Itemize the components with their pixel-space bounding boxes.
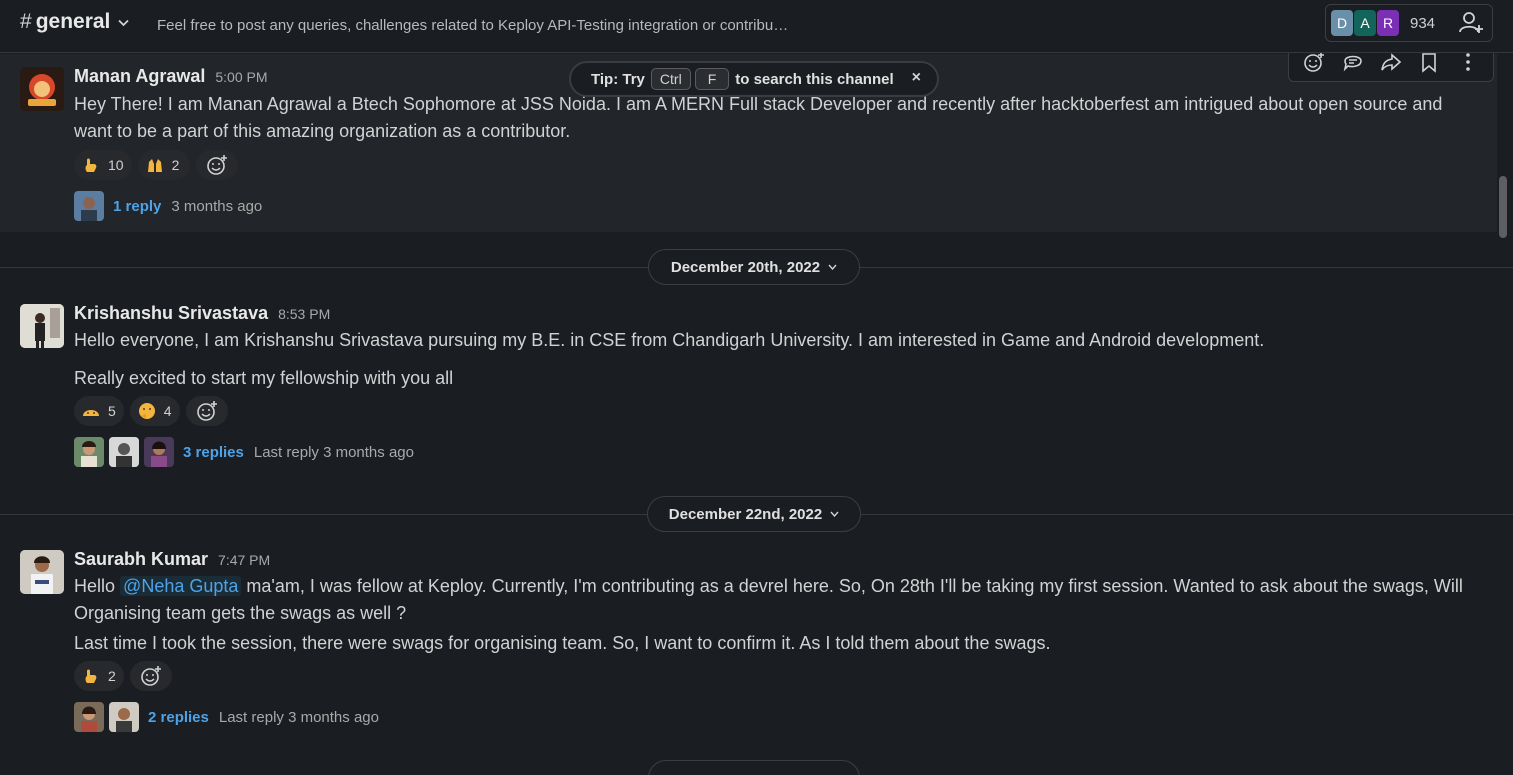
- date-divider[interactable]: December 22nd, 2022: [647, 496, 861, 532]
- bookmark-icon[interactable]: [1418, 51, 1440, 73]
- add-emoji-icon: [206, 155, 227, 175]
- channel-name: general: [35, 10, 111, 33]
- thinking-face-icon: [138, 403, 155, 419]
- date-label: December 20th, 2022: [670, 258, 821, 276]
- author-name[interactable]: Manan Agrawal: [74, 66, 205, 87]
- timestamp[interactable]: 5:00 PM: [215, 69, 267, 85]
- message-header: Krishanshu Srivastava 8:53 PM: [74, 303, 330, 324]
- avatar[interactable]: [20, 304, 64, 348]
- add-reaction-icon[interactable]: [1303, 51, 1325, 73]
- message-text: Hello @Neha Gupta ma'am, I was fellow at…: [74, 573, 1484, 627]
- reply-avatar: [144, 437, 174, 467]
- add-reaction-button[interactable]: [195, 150, 238, 180]
- hash-icon: #: [20, 10, 32, 33]
- date-divider[interactable]: December 20th, 2022: [648, 249, 860, 285]
- ctrl-key: Ctrl: [650, 68, 691, 90]
- chevron-down-icon: [830, 509, 839, 520]
- f-key: F: [694, 68, 730, 90]
- hand-point-icon: [85, 669, 97, 683]
- thread-summary[interactable]: 3 replies Last reply 3 months ago: [74, 437, 414, 467]
- reply-in-thread-icon[interactable]: [1342, 51, 1364, 73]
- add-emoji-icon: [141, 666, 161, 686]
- reply-avatar: [74, 702, 104, 732]
- reaction-count: 5: [108, 403, 116, 419]
- reactions-bar: 5 4: [74, 396, 228, 426]
- reaction-pill[interactable]: 4: [129, 396, 180, 426]
- hand-point-icon: [85, 158, 97, 172]
- reaction-pill[interactable]: 2: [137, 150, 190, 180]
- close-icon[interactable]: ×: [912, 69, 921, 87]
- message-text-start: Hello: [74, 576, 116, 596]
- add-emoji-icon: [196, 401, 217, 421]
- reply-avatar: [109, 702, 139, 732]
- reply-avatar: [109, 437, 139, 467]
- channel-name-button[interactable]: # general: [20, 10, 130, 34]
- reaction-pill[interactable]: 2: [74, 661, 124, 691]
- add-reaction-button[interactable]: [185, 396, 228, 426]
- search-tip-banner: Tip: Try Ctrl F to search this channel ×: [569, 61, 939, 97]
- channel-header: # general Feel free to post any queries,…: [0, 0, 1513, 53]
- author-name[interactable]: Krishanshu Srivastava: [74, 303, 268, 324]
- last-reply-time: Last reply 3 months ago: [218, 708, 379, 726]
- date-divider-partial[interactable]: [648, 760, 860, 775]
- reaction-pill[interactable]: 5: [74, 396, 124, 426]
- user-mention[interactable]: @Neha Gupta: [120, 576, 242, 596]
- message-text: Hey There! I am Manan Agrawal a Btech So…: [74, 94, 1443, 141]
- share-icon[interactable]: [1380, 51, 1402, 73]
- add-people-icon[interactable]: [1458, 10, 1484, 36]
- reaction-count: 4: [163, 403, 172, 419]
- add-reaction-button[interactable]: [130, 661, 172, 691]
- chevron-down-icon: [828, 262, 837, 273]
- member-avatar: D: [1331, 10, 1353, 36]
- tip-prefix: Tip: Try: [591, 70, 645, 88]
- thread-summary[interactable]: 2 replies Last reply 3 months ago: [74, 702, 379, 732]
- avatar[interactable]: [20, 67, 64, 111]
- thread-summary[interactable]: 1 reply 3 months ago: [74, 191, 262, 221]
- last-reply-time: 3 months ago: [171, 197, 263, 215]
- message-text: Hello everyone, I am Krishanshu Srivasta…: [74, 330, 1265, 350]
- reactions-bar: 10 2: [74, 150, 238, 180]
- replies-link[interactable]: 1 reply: [113, 198, 161, 215]
- reply-avatar: [74, 437, 104, 467]
- message-text-rest: ma'am, I was fellow at Keploy. Currently…: [74, 576, 1463, 623]
- reaction-pill[interactable]: 10: [74, 150, 132, 180]
- timestamp[interactable]: 8:53 PM: [278, 306, 330, 322]
- member-count: 934: [1410, 14, 1436, 32]
- replies-link[interactable]: 2 replies: [148, 709, 209, 726]
- message-text: Really excited to start my fellowship wi…: [74, 368, 454, 388]
- member-avatar: R: [1377, 10, 1399, 36]
- date-label: December 22nd, 2022: [668, 505, 823, 523]
- reaction-count: 10: [108, 157, 124, 173]
- last-reply-time: Last reply 3 months ago: [253, 443, 414, 461]
- scrollbar-thumb[interactable]: [1499, 176, 1507, 238]
- more-actions-icon[interactable]: [1457, 51, 1479, 73]
- reaction-count: 2: [171, 157, 180, 173]
- reactions-bar: 2: [74, 661, 172, 691]
- chevron-down-icon: [118, 15, 130, 30]
- avatar[interactable]: [20, 550, 64, 594]
- timestamp[interactable]: 7:47 PM: [218, 552, 270, 568]
- channel-topic[interactable]: Feel free to post any queries, challenge…: [157, 17, 788, 34]
- reply-avatar: [74, 191, 104, 221]
- tip-suffix: to search this channel: [735, 70, 894, 88]
- message-header: Saurabh Kumar 7:47 PM: [74, 549, 270, 570]
- replies-link[interactable]: 3 replies: [183, 444, 244, 461]
- wave-face-icon: [83, 410, 99, 416]
- author-name[interactable]: Saurabh Kumar: [74, 549, 208, 570]
- raised-hands-icon: [147, 159, 162, 172]
- message-header: Manan Agrawal 5:00 PM: [74, 66, 268, 87]
- message-text: Last time I took the session, there were…: [74, 633, 1051, 653]
- member-avatar: A: [1354, 10, 1376, 36]
- reaction-count: 2: [108, 668, 116, 684]
